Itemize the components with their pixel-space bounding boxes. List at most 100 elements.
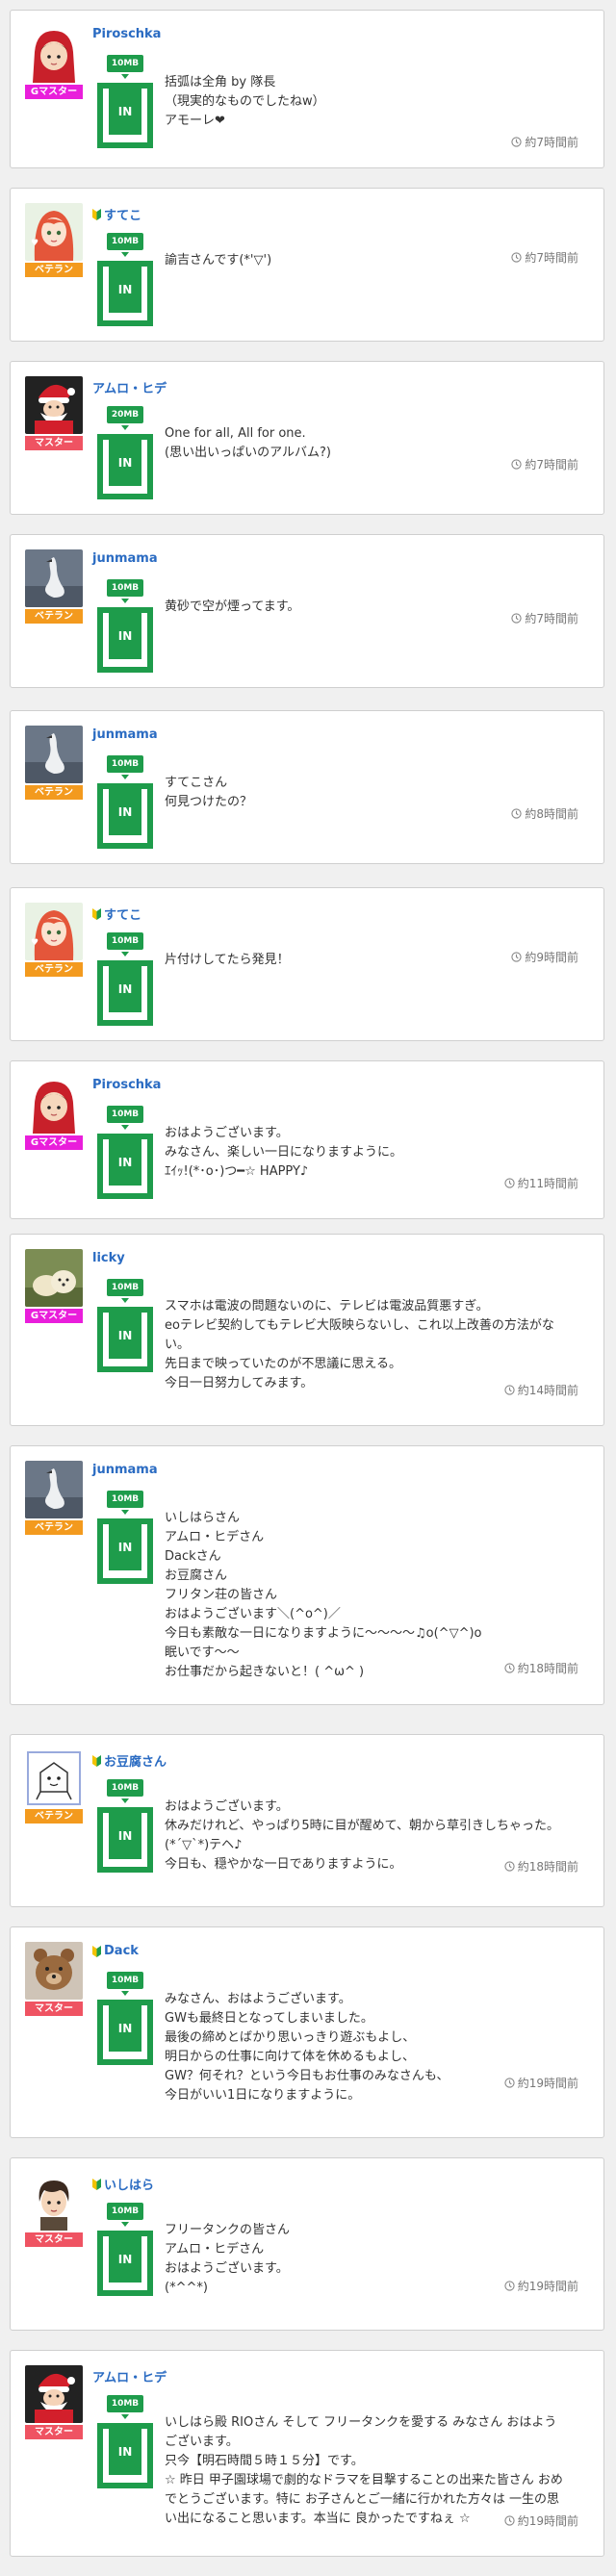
beginner-mark-icon bbox=[92, 907, 101, 920]
post-card: Gマスター Piroschka 10MB IN おはようございます。 みなさん、… bbox=[10, 1060, 604, 1219]
post-card: ベテラン お豆腐さん 10MB IN おはようございます。 休みだけれど、やっぱ… bbox=[10, 1734, 604, 1907]
avatar[interactable]: ♥ bbox=[25, 203, 83, 261]
clock-icon bbox=[511, 952, 522, 962]
inbox-button[interactable]: IN bbox=[97, 2423, 153, 2488]
timestamp-label: 約7時間前 bbox=[525, 458, 578, 472]
inbox-button[interactable]: IN bbox=[97, 607, 153, 673]
beginner-mark-icon bbox=[92, 1945, 101, 1957]
inbox-label: IN bbox=[109, 89, 141, 135]
post-timestamp: 約18時間前 bbox=[504, 1858, 578, 1875]
username-link[interactable]: junmama bbox=[92, 551, 158, 566]
clock-icon bbox=[511, 252, 522, 263]
username-link[interactable]: licky bbox=[92, 1251, 125, 1265]
avatar[interactable]: ♥ bbox=[25, 903, 83, 960]
inbox-label: IN bbox=[109, 2005, 141, 2052]
inbox-button[interactable]: IN bbox=[97, 783, 153, 849]
clock-icon bbox=[511, 459, 522, 470]
avatar[interactable] bbox=[25, 1076, 83, 1134]
avatar[interactable] bbox=[25, 1942, 83, 2000]
clock-icon bbox=[504, 2515, 515, 2526]
inbox-button[interactable]: IN bbox=[97, 1807, 153, 1873]
inbox-button[interactable]: IN bbox=[97, 2231, 153, 2296]
username-link[interactable]: お豆腐さん bbox=[92, 1751, 167, 1770]
post-timestamp: 約19時間前 bbox=[504, 2278, 578, 2294]
capacity-badge: 10MB bbox=[107, 2203, 143, 2220]
timestamp-label: 約7時間前 bbox=[525, 251, 578, 265]
capacity-badge: 20MB bbox=[107, 406, 143, 423]
username-link[interactable]: いしはら bbox=[92, 2175, 154, 2193]
username-link[interactable]: すてこ bbox=[92, 205, 141, 223]
capacity-badge: 10MB bbox=[107, 233, 143, 250]
inbox-label: IN bbox=[109, 440, 141, 486]
rank-badge: Gマスター bbox=[25, 1135, 83, 1150]
rank-badge: ベテラン bbox=[25, 1520, 83, 1535]
timestamp-label: 約7時間前 bbox=[525, 612, 578, 625]
inbox-button[interactable]: IN bbox=[97, 1307, 153, 1372]
capacity-arrow-icon bbox=[121, 952, 129, 956]
inbox-button[interactable]: IN bbox=[97, 261, 153, 326]
username-link[interactable]: Piroschka bbox=[92, 27, 161, 41]
username-label: junmama bbox=[92, 551, 158, 566]
avatar[interactable] bbox=[25, 25, 83, 83]
avatar[interactable] bbox=[25, 726, 83, 783]
capacity-arrow-icon bbox=[121, 1798, 129, 1803]
inbox-label: IN bbox=[109, 2236, 141, 2283]
post-message: One for all, All for one. (思い出いっぱいのアルバム?… bbox=[165, 426, 331, 460]
avatar[interactable] bbox=[25, 2173, 83, 2231]
username-link[interactable]: junmama bbox=[92, 727, 158, 742]
capacity-badge: 10MB bbox=[107, 1779, 143, 1797]
post-card: ベテラン junmama 10MB IN 黄砂で空が煙ってます。 約7時間前 bbox=[10, 534, 604, 688]
clock-icon bbox=[504, 2281, 515, 2291]
post-timestamp: 約19時間前 bbox=[504, 2075, 578, 2091]
post-card: マスター いしはら 10MB IN フリータンクの皆さん アムロ・ヒデさん おは… bbox=[10, 2157, 604, 2331]
capacity-arrow-icon bbox=[121, 2222, 129, 2227]
inbox-button[interactable]: IN bbox=[97, 434, 153, 499]
username-label: すてこ bbox=[104, 908, 142, 923]
inbox-button[interactable]: IN bbox=[97, 960, 153, 1026]
avatar[interactable] bbox=[25, 549, 83, 607]
clock-icon bbox=[504, 1178, 515, 1188]
username-label: Dack bbox=[104, 1944, 139, 1958]
post-message: 諭吉さんです(*'▽') bbox=[165, 253, 272, 268]
post-timestamp: 約7時間前 bbox=[511, 610, 578, 626]
rank-badge: マスター bbox=[25, 2002, 83, 2016]
post-message: スマホは電波の問題ないのに、テレビは電波品質悪すぎ。 eoテレビ契約してもテレビ… bbox=[165, 1299, 554, 1390]
rank-badge: ベテラン bbox=[25, 1809, 83, 1824]
post-message: いしはらさん アムロ・ヒデさん Dackさん お豆腐さん フリタン荘の皆さん お… bbox=[165, 1511, 482, 1679]
capacity-arrow-icon bbox=[121, 425, 129, 430]
capacity-badge: 10MB bbox=[107, 1106, 143, 1123]
capacity-badge: 10MB bbox=[107, 1972, 143, 1989]
username-link[interactable]: アムロ・ヒデ bbox=[92, 2367, 167, 2385]
avatar[interactable] bbox=[25, 1749, 83, 1807]
inbox-label: IN bbox=[109, 789, 141, 835]
post-timestamp: 約14時間前 bbox=[504, 1382, 578, 1398]
inbox-button[interactable]: IN bbox=[97, 83, 153, 148]
username-link[interactable]: すてこ bbox=[92, 905, 141, 923]
avatar[interactable] bbox=[25, 1249, 83, 1307]
rank-badge: マスター bbox=[25, 436, 83, 450]
username-link[interactable]: Piroschka bbox=[92, 1078, 161, 1092]
username-label: licky bbox=[92, 1251, 125, 1265]
post-timestamp: 約7時間前 bbox=[511, 456, 578, 472]
inbox-label: IN bbox=[109, 267, 141, 313]
capacity-arrow-icon bbox=[121, 775, 129, 779]
rank-badge: ベテラン bbox=[25, 263, 83, 277]
post-timestamp: 約18時間前 bbox=[504, 1660, 578, 1676]
svg-text:♥: ♥ bbox=[31, 239, 38, 248]
timestamp-label: 約9時間前 bbox=[525, 951, 578, 964]
inbox-button[interactable]: IN bbox=[97, 1518, 153, 1584]
username-link[interactable]: アムロ・ヒデ bbox=[92, 378, 167, 396]
inbox-button[interactable]: IN bbox=[97, 2000, 153, 2065]
timestamp-label: 約7時間前 bbox=[525, 136, 578, 149]
username-link[interactable]: junmama bbox=[92, 1463, 158, 1477]
avatar[interactable] bbox=[25, 2365, 83, 2423]
clock-icon bbox=[504, 2078, 515, 2088]
username-label: junmama bbox=[92, 727, 158, 742]
inbox-label: IN bbox=[109, 966, 141, 1012]
post-timestamp: 約8時間前 bbox=[511, 805, 578, 822]
username-label: アムロ・ヒデ bbox=[92, 2371, 167, 2385]
username-link[interactable]: Dack bbox=[92, 1944, 139, 1958]
avatar[interactable] bbox=[25, 1461, 83, 1518]
avatar[interactable] bbox=[25, 376, 83, 434]
inbox-button[interactable]: IN bbox=[97, 1134, 153, 1199]
